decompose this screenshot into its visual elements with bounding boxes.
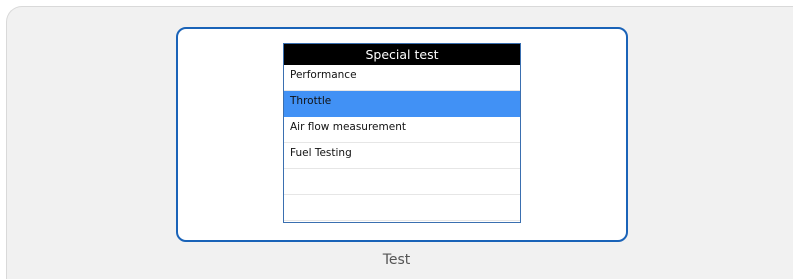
caption-label: Test: [382, 252, 411, 268]
menu-item-empty: [284, 195, 520, 221]
menu-item-air-flow-measurement[interactable]: Air flow measurement: [284, 117, 520, 143]
special-test-menu: Special test Performance Throttle Air fl…: [283, 43, 521, 223]
menu-item-label: Fuel Testing: [290, 147, 352, 159]
menu-item-performance[interactable]: Performance: [284, 65, 520, 91]
menu-item-label: Throttle: [290, 95, 332, 107]
menu-title: Special test: [284, 44, 520, 65]
menu-item-fuel-testing[interactable]: Fuel Testing: [284, 143, 520, 169]
menu-item-label: Air flow measurement: [290, 121, 406, 133]
menu-item-label: Performance: [290, 69, 357, 81]
menu-item-empty: [284, 169, 520, 195]
menu-item-throttle[interactable]: Throttle: [284, 91, 520, 117]
